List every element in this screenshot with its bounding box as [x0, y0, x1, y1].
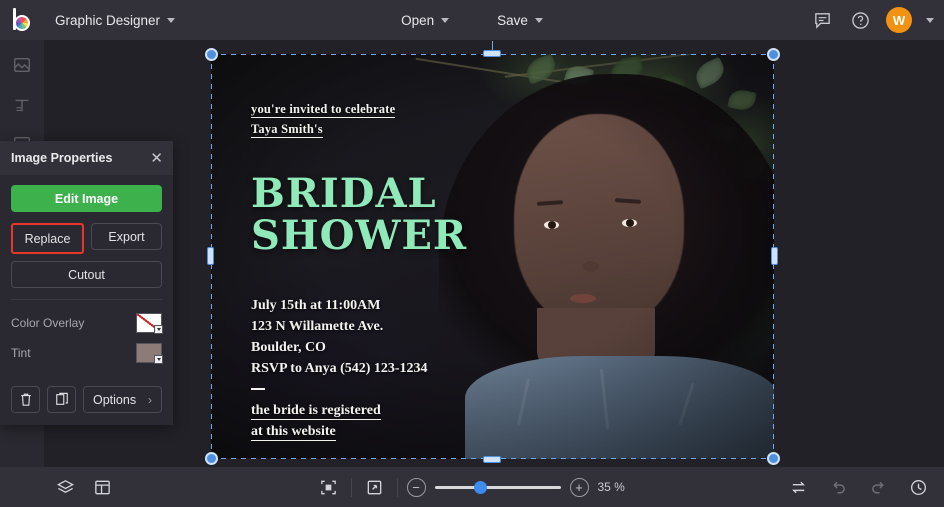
artboard[interactable]: you're invited to celebrate Taya Smith's… — [211, 54, 774, 459]
befunky-logo-icon — [10, 8, 34, 32]
expand-arrow-icon[interactable] — [361, 474, 388, 501]
bottom-toolbar: − + 35 % — [0, 467, 944, 507]
divider-dash — [251, 388, 265, 390]
detail-line-3[interactable]: Boulder, CO — [251, 337, 326, 358]
resize-handle-middle-left[interactable] — [207, 247, 214, 265]
detail-line-2[interactable]: 123 N Willamette Ave. — [251, 316, 383, 337]
chevron-down-icon — [154, 325, 163, 334]
zoom-slider-knob[interactable] — [474, 481, 488, 494]
resize-handle-top-right[interactable] — [767, 48, 780, 61]
duplicate-icon[interactable] — [47, 386, 76, 413]
resize-handle-top-left[interactable] — [205, 48, 218, 61]
zoom-slider-track — [434, 486, 561, 489]
app-mode-selector[interactable]: Graphic Designer — [44, 8, 186, 33]
save-button[interactable]: Save — [485, 8, 555, 33]
footer-line-2: at this website — [251, 424, 336, 441]
image-manager-icon[interactable] — [9, 52, 35, 78]
trash-icon[interactable] — [11, 386, 40, 413]
card-text-layer: you're invited to celebrate Taya Smith's… — [211, 54, 774, 459]
top-right-actions: W — [810, 0, 934, 40]
zoom-value-label: 35 % — [597, 480, 625, 494]
question-circle-icon[interactable] — [848, 8, 872, 32]
top-toolbar: Graphic Designer Open Save W — [0, 0, 944, 40]
close-icon[interactable]: ✕ — [150, 151, 163, 166]
headline-line-2[interactable]: SHOWER — [251, 214, 467, 258]
panel-header: Image Properties ✕ — [0, 141, 173, 175]
detail-line-1[interactable]: July 15th at 11:00AM — [251, 295, 381, 316]
fit-to-screen-icon[interactable] — [315, 474, 342, 501]
zoom-in-button[interactable]: + — [569, 477, 589, 497]
replace-button[interactable]: Replace — [13, 225, 82, 252]
resize-handle-bottom-right[interactable] — [767, 452, 780, 465]
open-label: Open — [401, 12, 435, 28]
resize-handle-top-center[interactable] — [483, 50, 501, 57]
replace-highlight-ring: Replace — [11, 223, 84, 254]
cutout-button[interactable]: Cutout — [11, 261, 162, 288]
chevron-down-icon — [167, 17, 176, 23]
tint-row: Tint — [11, 338, 163, 368]
color-overlay-label: Color Overlay — [11, 316, 85, 330]
bottom-left-tools — [0, 474, 116, 501]
chat-bubble-icon[interactable] — [810, 8, 834, 32]
chevron-down-icon[interactable] — [926, 17, 934, 23]
undo-arrow-icon[interactable] — [825, 474, 852, 501]
save-label: Save — [497, 12, 528, 28]
detail-line-4[interactable]: RSVP to Anya (542) 123-1234 — [251, 358, 428, 379]
chevron-right-icon: › — [148, 392, 152, 407]
redo-arrow-icon[interactable] — [865, 474, 892, 501]
color-overlay-swatch[interactable] — [136, 313, 163, 334]
panel-divider — [11, 299, 162, 300]
app-logo-button[interactable] — [0, 0, 44, 40]
chevron-down-icon — [441, 17, 450, 23]
canvas-area[interactable]: you're invited to celebrate Taya Smith's… — [44, 40, 944, 467]
tint-label: Tint — [11, 346, 31, 360]
export-button[interactable]: Export — [91, 223, 162, 250]
panel-title: Image Properties — [11, 151, 113, 165]
options-button[interactable]: Options › — [83, 386, 162, 413]
zoom-slider[interactable] — [434, 480, 561, 494]
options-label: Options — [93, 392, 137, 407]
app-mode-label: Graphic Designer — [55, 12, 161, 28]
panel-footer: Options › — [0, 377, 173, 425]
invite-line-2[interactable]: Taya Smith's — [251, 122, 323, 138]
invite-line-1[interactable]: you're invited to celebrate — [251, 102, 396, 118]
headline-line-1[interactable]: BRIDAL — [251, 172, 437, 216]
graphic-designer-app: Graphic Designer Open Save W you're invi… — [0, 0, 944, 507]
footer-line-1: the bride is registered — [251, 403, 381, 420]
swap-arrows-icon[interactable] — [785, 474, 812, 501]
resize-handle-middle-right[interactable] — [771, 247, 778, 265]
open-button[interactable]: Open — [389, 8, 461, 33]
image-properties-panel: Image Properties ✕ Edit Image Replace Ex… — [0, 141, 173, 425]
replace-export-row: Replace Export — [11, 223, 162, 254]
tint-swatch[interactable] — [136, 343, 163, 364]
panel-body: Edit Image Replace Export Cutout Color O… — [0, 175, 173, 377]
chevron-down-icon — [534, 17, 543, 23]
resize-handle-bottom-left[interactable] — [205, 452, 218, 465]
resize-handle-bottom-center[interactable] — [483, 456, 501, 463]
edit-image-button[interactable]: Edit Image — [11, 185, 162, 212]
avatar[interactable]: W — [886, 7, 912, 33]
color-overlay-row: Color Overlay — [11, 308, 163, 338]
text-tool-icon[interactable] — [9, 92, 35, 118]
history-clock-icon[interactable] — [905, 474, 932, 501]
layers-icon[interactable] — [52, 474, 79, 501]
chevron-down-icon — [154, 355, 163, 364]
zoom-out-button[interactable]: − — [406, 477, 426, 497]
layout-grid-icon[interactable] — [89, 474, 116, 501]
bottom-right-tools — [785, 467, 932, 507]
